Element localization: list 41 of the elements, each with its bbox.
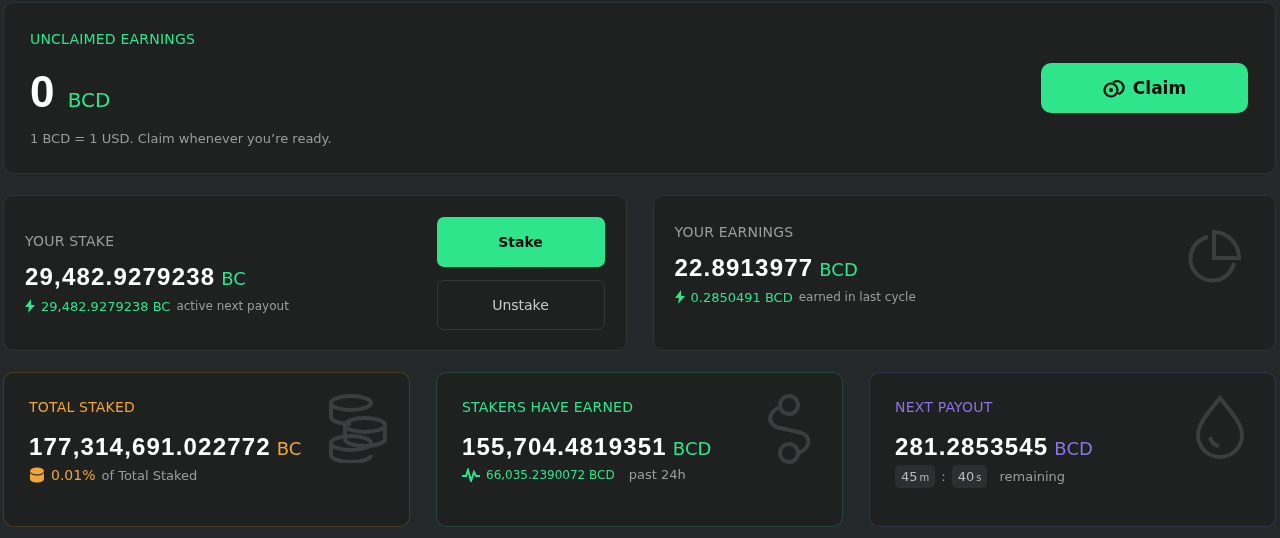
currency-unit: BCD — [819, 258, 858, 280]
earnings-amount: 22.8913977 — [674, 253, 814, 282]
day-note: past 24h — [628, 467, 686, 482]
rate-note: 1 BCD = 1 USD. Claim whenever you’re ready. — [30, 130, 332, 146]
remaining-note: remaining — [999, 469, 1066, 484]
card-title: STAKERS HAVE EARNED — [462, 399, 635, 415]
percent-note: of Total Staked — [101, 467, 198, 483]
percent-value: 0.01% — [51, 467, 96, 483]
lightning-icon — [25, 299, 35, 313]
stat-amount: 281.2853545 — [895, 433, 1049, 461]
stake-amount: 29,482.9279238 — [25, 262, 216, 291]
card-title: YOUR EARNINGS — [674, 223, 795, 240]
card-title: UNCLAIMED EARNINGS — [30, 30, 197, 47]
stat-amount: 155,704.4819351 — [462, 433, 667, 461]
minutes-value: 45 m — [895, 465, 936, 488]
cycle-note: earned in last cycle — [798, 290, 916, 304]
active-amount: 29,482.9279238 BC — [41, 298, 171, 314]
cycle-amount: 0.2850491 BCD — [690, 289, 793, 305]
day-earned-value: 66,035.2390072 BCD — [486, 467, 615, 482]
stat-amount: 177,314,691.022772 — [29, 433, 271, 461]
currency-unit: BCD — [1054, 438, 1093, 459]
time-separator: : — [941, 469, 946, 484]
stake-button[interactable]: Stake — [436, 216, 605, 267]
claim-button[interactable]: Claim — [1041, 63, 1248, 113]
currency-unit: BC — [276, 438, 302, 459]
coins-icon — [1102, 78, 1125, 98]
unstake-button[interactable]: Unstake — [436, 279, 605, 330]
currency-unit: BC — [221, 267, 246, 289]
seconds-value: 40s — [951, 465, 988, 488]
currency-unit: BCD — [672, 438, 712, 459]
card-title: YOUR STAKE — [25, 232, 116, 249]
activity-icon — [462, 467, 480, 482]
unclaimed-amount: 0 — [30, 66, 56, 117]
card-title: TOTAL STAKED — [29, 399, 136, 415]
card-title: NEXT PAYOUT — [895, 399, 994, 415]
drop-icon — [1195, 395, 1245, 459]
lightning-icon — [674, 290, 685, 304]
currency-unit: BCD — [67, 87, 111, 112]
active-note: active next payout — [176, 299, 289, 313]
coins-icon — [329, 393, 387, 463]
coin-stack-icon — [29, 467, 45, 483]
